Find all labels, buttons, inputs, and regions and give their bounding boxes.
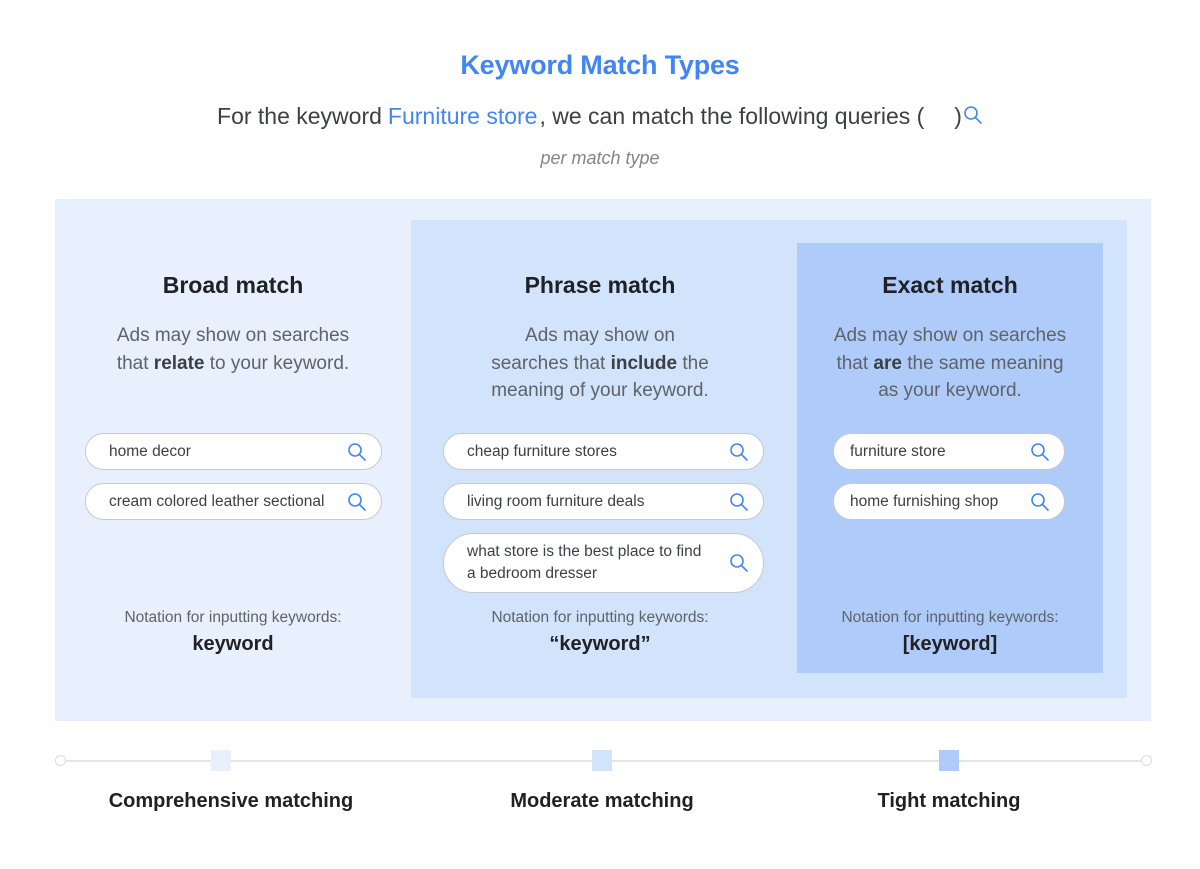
column-description: Ads may show on searches that are the sa… [833,325,1067,401]
column-title: Broad match [162,272,304,298]
search-icon [347,442,367,462]
scale-marker-phrase [592,750,612,771]
search-query: cream colored leather sectional [85,483,382,520]
search-query: home decor [85,433,382,470]
notation-value: [keyword] [902,633,998,655]
search-icon [1030,492,1050,512]
notation-label: Notation for inputting keywords: [841,609,1059,626]
search-query: living room furniture deals [443,483,764,520]
search-query: cheap furniture stores [443,433,764,470]
scale-label-comprehensive: Comprehensive matching [108,790,354,812]
scale-start-dot [55,755,66,766]
search-icon [729,492,749,512]
column-description: Ads may show on searches that include th… [491,325,709,401]
notation-value: keyword [192,633,274,655]
notation-label: Notation for inputting keywords: [491,609,709,626]
scale-label-tight: Tight matching [877,790,1021,812]
phrase-match-column: Phrase match Ads may show on searches th… [411,0,789,869]
scale-marker-exact [939,750,959,771]
column-title: Exact match [882,272,1018,298]
scale-end-dot [1141,755,1152,766]
scale-marker-broad [211,750,231,771]
search-icon [1030,442,1050,462]
search-icon [729,553,749,573]
search-query: what store is the best place to find a b… [443,533,764,593]
notation-value: “keyword” [549,633,651,655]
exact-match-column: Exact match Ads may show on searches tha… [797,0,1103,869]
notation-label: Notation for inputting keywords: [124,609,342,626]
search-icon [347,492,367,512]
scale-label-moderate: Moderate matching [510,790,694,812]
column-description: Ads may show on searches that relate to … [116,325,350,374]
search-query: furniture store [833,433,1065,470]
search-icon [729,442,749,462]
column-title: Phrase match [524,272,676,298]
broad-match-column: Broad match Ads may show on searches tha… [55,0,411,869]
search-query: home furnishing shop [833,483,1065,520]
